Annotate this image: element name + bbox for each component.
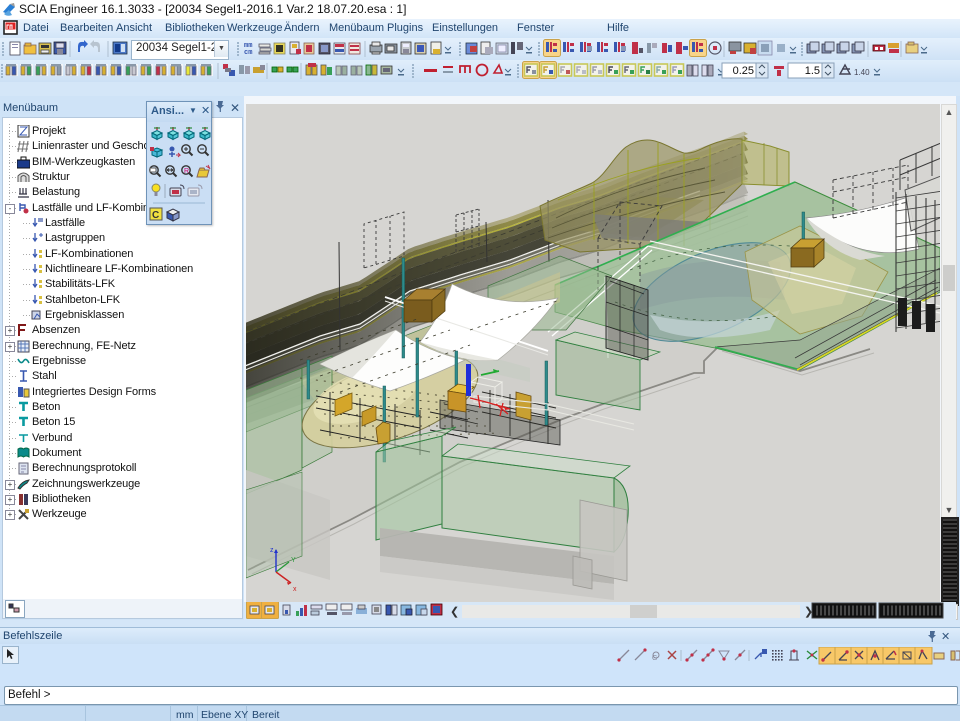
- svg-text:Y: Y: [291, 557, 296, 564]
- svg-text:1.40: 1.40: [854, 68, 870, 77]
- svg-text:z: z: [270, 547, 274, 554]
- svg-text:R: R: [184, 168, 189, 175]
- svg-text:x: x: [293, 586, 297, 593]
- svg-text:cm: cm: [244, 49, 252, 57]
- svg-text:0.25: 0.25: [733, 65, 754, 77]
- svg-text:G: G: [652, 655, 657, 662]
- svg-text:1.5: 1.5: [805, 65, 820, 77]
- svg-text:❮: ❮: [450, 606, 459, 618]
- svg-text:C: C: [152, 210, 159, 221]
